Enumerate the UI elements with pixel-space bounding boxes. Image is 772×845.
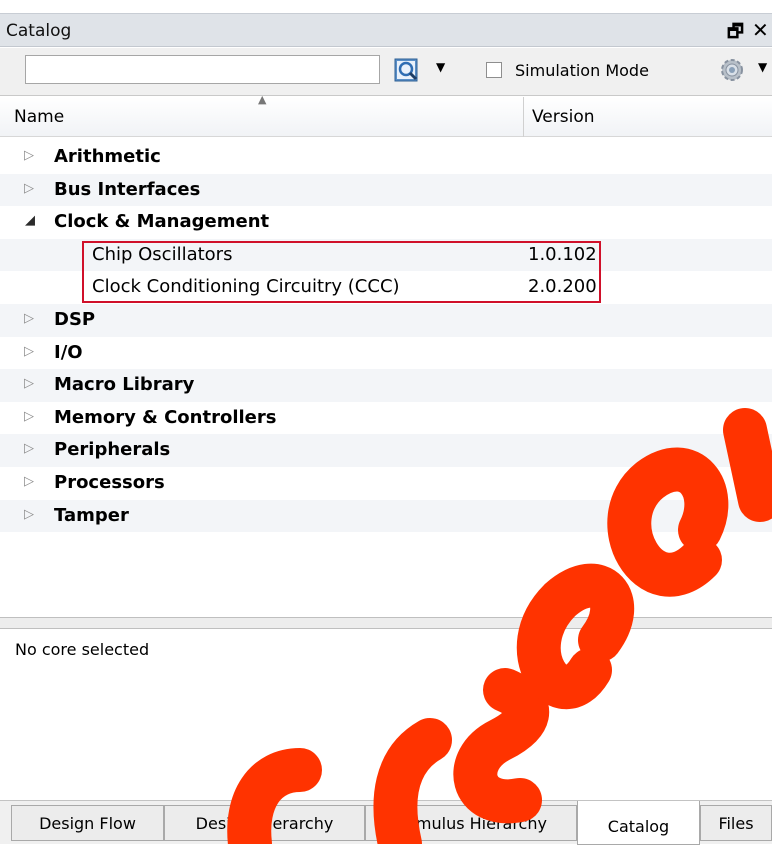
pane-splitter[interactable]	[0, 617, 772, 629]
tab-files[interactable]: Files	[700, 805, 772, 841]
tab-design-hierarchy[interactable]: Design Hierarchy	[164, 805, 365, 841]
expand-arrow-icon[interactable]: ▷	[24, 474, 34, 489]
tree-row-bus-interfaces[interactable]: ▷ Bus Interfaces	[0, 173, 772, 207]
magnifier-icon	[394, 58, 418, 82]
tree-row-arithmetic[interactable]: ▷ Arithmetic	[0, 141, 772, 174]
tree-row-memory-controllers[interactable]: ▷ Memory & Controllers	[0, 402, 772, 435]
simulation-mode-checkbox[interactable]	[486, 62, 502, 78]
version-value: 2.0.200	[528, 276, 597, 298]
gear-icon	[721, 59, 743, 81]
expand-arrow-icon[interactable]: ▷	[24, 441, 34, 456]
tree-row-peripherals[interactable]: ▷ Peripherals	[0, 434, 772, 467]
tree-row-io[interactable]: ▷ I/O	[0, 337, 772, 370]
catalog-tree: ▷ Arithmetic ▷ Bus Interfaces ◢ Clock & …	[0, 141, 772, 533]
bottom-tab-bar: Design Flow Design Hierarchy Stimulus Hi…	[0, 800, 772, 845]
simulation-mode-label: Simulation Mode	[515, 61, 649, 80]
close-icon[interactable]: ✕	[752, 18, 769, 42]
tree-row-clock-management[interactable]: ◢ Clock & Management	[0, 206, 772, 239]
tab-design-flow[interactable]: Design Flow	[11, 805, 164, 841]
panel-title: Catalog	[6, 21, 72, 41]
restore-icon[interactable]: 🗗	[727, 19, 744, 49]
core-details-text: No core selected	[15, 640, 150, 659]
tree-label: Peripherals	[54, 439, 171, 461]
chevron-down-icon: ▼	[758, 60, 768, 74]
search-input[interactable]	[25, 55, 380, 84]
tree-label: I/O	[54, 341, 83, 363]
column-divider[interactable]	[523, 97, 524, 137]
column-version-header[interactable]: Version	[532, 107, 595, 127]
expand-arrow-icon[interactable]: ▷	[24, 181, 34, 196]
tree-label: Tamper	[54, 504, 129, 526]
tree-child-label: Clock Conditioning Circuitry (CCC)	[92, 276, 400, 298]
expand-arrow-icon[interactable]: ▷	[24, 344, 34, 359]
tab-catalog[interactable]: Catalog	[577, 801, 700, 845]
expand-arrow-icon[interactable]: ▷	[24, 409, 34, 424]
tree-row-ccc[interactable]: Clock Conditioning Circuitry (CCC) 2.0.2…	[0, 271, 772, 304]
chevron-down-icon: ▼	[436, 60, 446, 74]
tree-label: Bus Interfaces	[54, 178, 201, 200]
catalog-toolbar: ▼ Simulation Mode ▼	[0, 48, 772, 96]
tree-row-dsp[interactable]: ▷ DSP	[0, 303, 772, 337]
panel-titlebar: Catalog 🗗 ✕	[0, 13, 772, 47]
tree-row-macro-library[interactable]: ▷ Macro Library	[0, 369, 772, 402]
tree-row-tamper[interactable]: ▷ Tamper	[0, 499, 772, 533]
tree-label: DSP	[54, 308, 96, 330]
collapse-arrow-icon[interactable]: ◢	[25, 213, 35, 228]
expand-arrow-icon[interactable]: ▷	[24, 148, 34, 163]
tab-stimulus-hierarchy[interactable]: Stimulus Hierarchy	[365, 805, 577, 841]
tree-label: Clock & Management	[54, 211, 270, 233]
version-value: 1.0.102	[528, 243, 597, 265]
tree-child-label: Chip Oscillators	[92, 243, 233, 265]
tree-label: Macro Library	[54, 374, 195, 396]
tree-label: Processors	[54, 471, 165, 493]
expand-arrow-icon[interactable]: ▷	[24, 311, 34, 326]
tree-row-processors[interactable]: ▷ Processors	[0, 467, 772, 500]
tree-label: Arithmetic	[54, 146, 161, 167]
search-button[interactable]: ▼	[394, 57, 454, 85]
column-header: ▲ Name Version	[0, 93, 772, 137]
column-name-header[interactable]: Name	[14, 107, 64, 127]
tree-label: Memory & Controllers	[54, 406, 277, 428]
tree-row-chip-oscillators[interactable]: Chip Oscillators 1.0.102	[0, 238, 772, 272]
settings-button[interactable]: ▼	[718, 56, 772, 86]
expand-arrow-icon[interactable]: ▷	[24, 507, 34, 522]
expand-arrow-icon[interactable]: ▷	[24, 376, 34, 391]
sort-ascending-icon: ▲	[258, 93, 267, 106]
